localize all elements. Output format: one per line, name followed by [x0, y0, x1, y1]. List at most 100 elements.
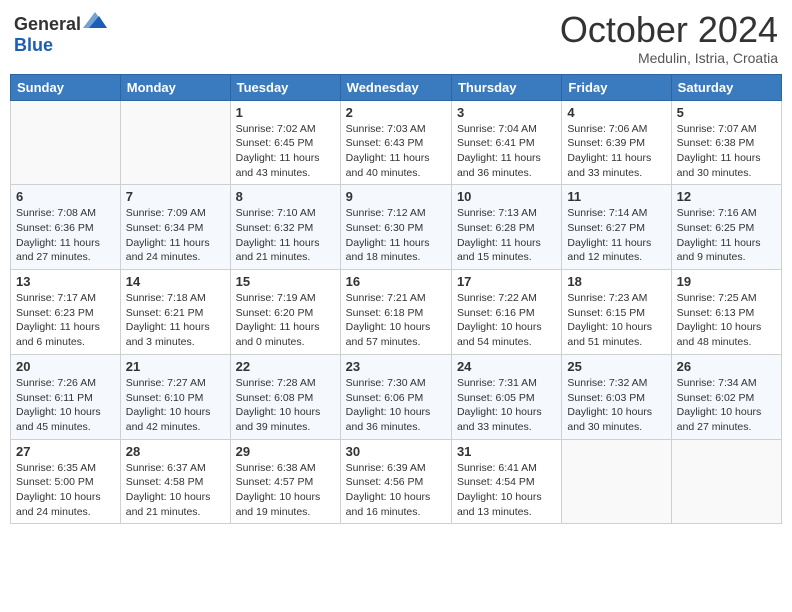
sunset-text: Sunset: 6:16 PM: [457, 307, 535, 319]
sunrise-text: Sunrise: 7:04 AM: [457, 123, 537, 135]
month-title: October 2024: [560, 10, 778, 50]
day-info: Sunrise: 7:27 AM Sunset: 6:10 PM Dayligh…: [126, 376, 225, 435]
day-info: Sunrise: 7:18 AM Sunset: 6:21 PM Dayligh…: [126, 291, 225, 350]
calendar-cell: 2 Sunrise: 7:03 AM Sunset: 6:43 PM Dayli…: [340, 100, 451, 185]
sunset-text: Sunset: 6:21 PM: [126, 307, 204, 319]
daylight-text: Daylight: 10 hours and 33 minutes.: [457, 406, 542, 433]
day-info: Sunrise: 7:07 AM Sunset: 6:38 PM Dayligh…: [677, 122, 776, 181]
day-info: Sunrise: 7:17 AM Sunset: 6:23 PM Dayligh…: [16, 291, 115, 350]
sunrise-text: Sunrise: 7:17 AM: [16, 292, 96, 304]
day-number: 5: [677, 105, 776, 120]
sunset-text: Sunset: 6:18 PM: [346, 307, 424, 319]
sunset-text: Sunset: 4:54 PM: [457, 476, 535, 488]
day-number: 24: [457, 359, 556, 374]
calendar-cell: 11 Sunrise: 7:14 AM Sunset: 6:27 PM Dayl…: [562, 185, 671, 270]
calendar-cell: 1 Sunrise: 7:02 AM Sunset: 6:45 PM Dayli…: [230, 100, 340, 185]
calendar-cell: 26 Sunrise: 7:34 AM Sunset: 6:02 PM Dayl…: [671, 354, 781, 439]
calendar-cell: 21 Sunrise: 7:27 AM Sunset: 6:10 PM Dayl…: [120, 354, 230, 439]
daylight-text: Daylight: 10 hours and 45 minutes.: [16, 406, 101, 433]
calendar-cell: 24 Sunrise: 7:31 AM Sunset: 6:05 PM Dayl…: [451, 354, 561, 439]
day-info: Sunrise: 7:16 AM Sunset: 6:25 PM Dayligh…: [677, 206, 776, 265]
calendar-cell: 7 Sunrise: 7:09 AM Sunset: 6:34 PM Dayli…: [120, 185, 230, 270]
daylight-text: Daylight: 10 hours and 30 minutes.: [567, 406, 652, 433]
sunset-text: Sunset: 6:43 PM: [346, 137, 424, 149]
daylight-text: Daylight: 11 hours and 21 minutes.: [236, 237, 320, 264]
logo-blue: Blue: [14, 35, 53, 55]
calendar-cell: [120, 100, 230, 185]
col-sunday: Sunday: [11, 74, 121, 100]
sunrise-text: Sunrise: 7:06 AM: [567, 123, 647, 135]
sunset-text: Sunset: 6:30 PM: [346, 222, 424, 234]
sunset-text: Sunset: 6:25 PM: [677, 222, 755, 234]
daylight-text: Daylight: 10 hours and 42 minutes.: [126, 406, 211, 433]
day-info: Sunrise: 7:26 AM Sunset: 6:11 PM Dayligh…: [16, 376, 115, 435]
calendar-cell: 17 Sunrise: 7:22 AM Sunset: 6:16 PM Dayl…: [451, 270, 561, 355]
sunset-text: Sunset: 6:10 PM: [126, 392, 204, 404]
day-info: Sunrise: 6:35 AM Sunset: 5:00 PM Dayligh…: [16, 461, 115, 520]
sunset-text: Sunset: 6:39 PM: [567, 137, 645, 149]
location-subtitle: Medulin, Istria, Croatia: [560, 50, 778, 66]
day-number: 14: [126, 274, 225, 289]
sunrise-text: Sunrise: 7:27 AM: [126, 377, 206, 389]
daylight-text: Daylight: 11 hours and 0 minutes.: [236, 321, 320, 348]
day-info: Sunrise: 7:08 AM Sunset: 6:36 PM Dayligh…: [16, 206, 115, 265]
day-info: Sunrise: 7:14 AM Sunset: 6:27 PM Dayligh…: [567, 206, 665, 265]
calendar-cell: 20 Sunrise: 7:26 AM Sunset: 6:11 PM Dayl…: [11, 354, 121, 439]
day-number: 7: [126, 189, 225, 204]
day-number: 25: [567, 359, 665, 374]
sunset-text: Sunset: 5:00 PM: [16, 476, 94, 488]
day-number: 19: [677, 274, 776, 289]
calendar-cell: 27 Sunrise: 6:35 AM Sunset: 5:00 PM Dayl…: [11, 439, 121, 524]
logo-general: General: [14, 14, 81, 34]
calendar-cell: [562, 439, 671, 524]
col-monday: Monday: [120, 74, 230, 100]
daylight-text: Daylight: 10 hours and 21 minutes.: [126, 491, 211, 518]
sunrise-text: Sunrise: 7:34 AM: [677, 377, 757, 389]
sunrise-text: Sunrise: 7:03 AM: [346, 123, 426, 135]
day-info: Sunrise: 7:32 AM Sunset: 6:03 PM Dayligh…: [567, 376, 665, 435]
daylight-text: Daylight: 10 hours and 57 minutes.: [346, 321, 431, 348]
sunset-text: Sunset: 6:32 PM: [236, 222, 314, 234]
daylight-text: Daylight: 11 hours and 24 minutes.: [126, 237, 210, 264]
day-info: Sunrise: 7:28 AM Sunset: 6:08 PM Dayligh…: [236, 376, 335, 435]
calendar-cell: 30 Sunrise: 6:39 AM Sunset: 4:56 PM Dayl…: [340, 439, 451, 524]
calendar-cell: 4 Sunrise: 7:06 AM Sunset: 6:39 PM Dayli…: [562, 100, 671, 185]
sunset-text: Sunset: 6:23 PM: [16, 307, 94, 319]
calendar-cell: 28 Sunrise: 6:37 AM Sunset: 4:58 PM Dayl…: [120, 439, 230, 524]
logo: General Blue: [14, 10, 107, 56]
day-info: Sunrise: 6:37 AM Sunset: 4:58 PM Dayligh…: [126, 461, 225, 520]
daylight-text: Daylight: 11 hours and 36 minutes.: [457, 152, 541, 179]
day-number: 15: [236, 274, 335, 289]
day-number: 29: [236, 444, 335, 459]
day-info: Sunrise: 6:38 AM Sunset: 4:57 PM Dayligh…: [236, 461, 335, 520]
sunset-text: Sunset: 4:58 PM: [126, 476, 204, 488]
day-number: 10: [457, 189, 556, 204]
calendar-cell: 31 Sunrise: 6:41 AM Sunset: 4:54 PM Dayl…: [451, 439, 561, 524]
calendar-week-row: 6 Sunrise: 7:08 AM Sunset: 6:36 PM Dayli…: [11, 185, 782, 270]
day-info: Sunrise: 6:41 AM Sunset: 4:54 PM Dayligh…: [457, 461, 556, 520]
day-number: 23: [346, 359, 446, 374]
daylight-text: Daylight: 10 hours and 36 minutes.: [346, 406, 431, 433]
day-info: Sunrise: 7:09 AM Sunset: 6:34 PM Dayligh…: [126, 206, 225, 265]
col-friday: Friday: [562, 74, 671, 100]
calendar-cell: 6 Sunrise: 7:08 AM Sunset: 6:36 PM Dayli…: [11, 185, 121, 270]
day-number: 28: [126, 444, 225, 459]
day-number: 22: [236, 359, 335, 374]
day-number: 27: [16, 444, 115, 459]
day-info: Sunrise: 7:22 AM Sunset: 6:16 PM Dayligh…: [457, 291, 556, 350]
sunset-text: Sunset: 6:20 PM: [236, 307, 314, 319]
day-number: 30: [346, 444, 446, 459]
day-number: 1: [236, 105, 335, 120]
sunrise-text: Sunrise: 7:26 AM: [16, 377, 96, 389]
daylight-text: Daylight: 10 hours and 48 minutes.: [677, 321, 762, 348]
day-number: 8: [236, 189, 335, 204]
daylight-text: Daylight: 11 hours and 33 minutes.: [567, 152, 651, 179]
day-number: 31: [457, 444, 556, 459]
col-wednesday: Wednesday: [340, 74, 451, 100]
sunrise-text: Sunrise: 7:21 AM: [346, 292, 426, 304]
daylight-text: Daylight: 10 hours and 27 minutes.: [677, 406, 762, 433]
sunrise-text: Sunrise: 7:25 AM: [677, 292, 757, 304]
calendar-cell: 10 Sunrise: 7:13 AM Sunset: 6:28 PM Dayl…: [451, 185, 561, 270]
calendar-cell: 25 Sunrise: 7:32 AM Sunset: 6:03 PM Dayl…: [562, 354, 671, 439]
calendar-cell: 22 Sunrise: 7:28 AM Sunset: 6:08 PM Dayl…: [230, 354, 340, 439]
